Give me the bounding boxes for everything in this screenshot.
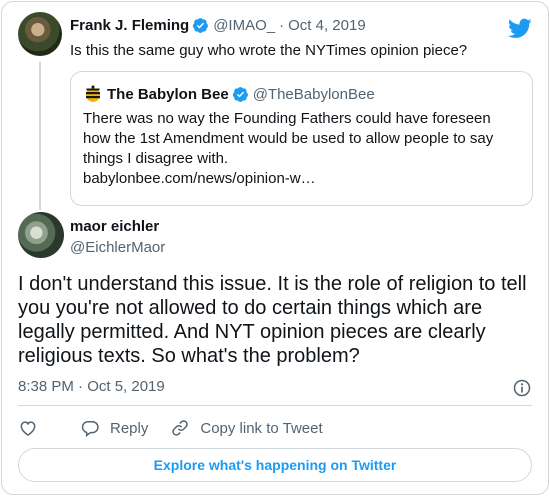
link-icon (172, 420, 189, 436)
tweet-date[interactable]: Oct 4, 2019 (288, 17, 366, 34)
quoted-tweet-text: There was no way the Founding Fathers co… (83, 110, 494, 167)
reply-button[interactable]: Reply (80, 418, 148, 438)
verified-badge-icon (232, 86, 248, 102)
author-handle[interactable]: @TheBabylonBee (253, 86, 375, 103)
like-button[interactable] (18, 418, 38, 438)
tweet-embed-card: Frank J. Fleming @IMAO_ · Oct 4, 2019 Is… (1, 1, 549, 495)
verified-badge-icon (193, 18, 209, 33)
thread-line (39, 62, 41, 210)
separator-dot: · (279, 17, 285, 34)
main-tweet-text: I don't understand this issue. It is the… (18, 273, 527, 367)
tweet-timestamp[interactable]: 8:38 PM · Oct 5, 2019 (18, 378, 165, 395)
author-name[interactable]: maor eichler (70, 218, 159, 235)
quoted-tweet[interactable]: The Babylon Bee @TheBabylonBee There was… (70, 71, 533, 206)
parent-tweet-header: Frank J. Fleming @IMAO_ · Oct 4, 2019 (70, 17, 366, 34)
quoted-tweet-link[interactable]: babylonbee.com/news/opinion-w… (83, 169, 316, 189)
parent-tweet[interactable]: Frank J. Fleming @IMAO_ · Oct 4, 2019 Is… (18, 12, 533, 210)
avatar[interactable] (18, 12, 62, 56)
author-handle[interactable]: @EichlerMaor (70, 239, 165, 256)
divider (18, 405, 532, 406)
babylon-bee-logo-icon (86, 85, 100, 102)
author-name[interactable]: The Babylon Bee (107, 86, 229, 103)
twitter-bird-icon[interactable] (508, 16, 532, 40)
copy-link-label: Copy link to Tweet (200, 419, 323, 437)
avatar[interactable] (18, 212, 64, 258)
reply-label: Reply (110, 419, 149, 437)
explore-twitter-button[interactable]: Explore what's happening on Twitter (18, 448, 532, 482)
reply-icon (81, 421, 99, 438)
parent-tweet-text: Is this the same guy who wrote the NYTim… (70, 42, 468, 59)
author-name[interactable]: Frank J. Fleming (70, 17, 189, 34)
copy-link-button[interactable]: Copy link to Tweet (170, 418, 323, 438)
tweet-actions: Reply Copy link to Tweet (18, 418, 345, 438)
quoted-tweet-header: The Babylon Bee @TheBabylonBee (83, 84, 375, 104)
author-handle[interactable]: @IMAO_ (213, 17, 275, 34)
heart-icon (20, 421, 36, 436)
info-icon[interactable] (512, 378, 532, 398)
